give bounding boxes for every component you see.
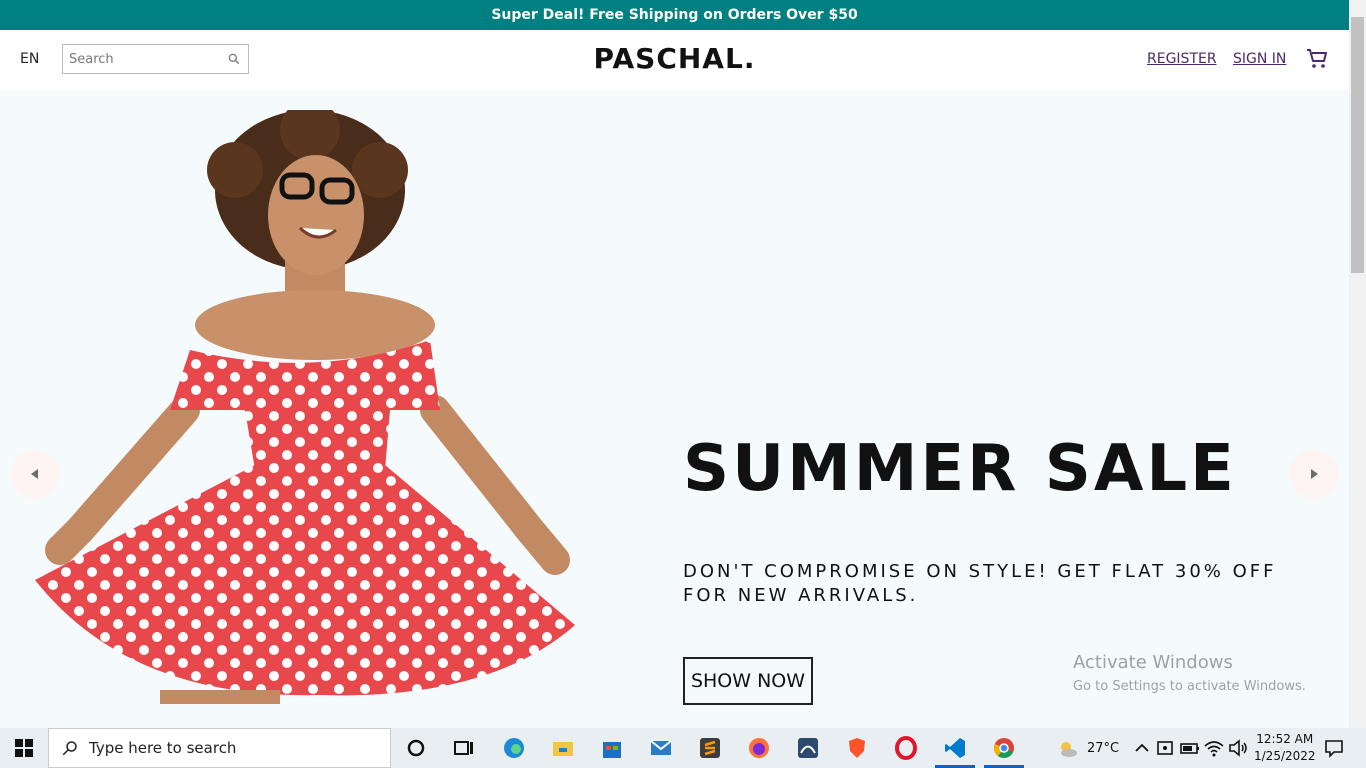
- hero-model-image: [35, 110, 575, 704]
- clock-date: 1/25/2022: [1254, 749, 1316, 763]
- cortana-icon[interactable]: [404, 736, 428, 760]
- vscode-icon[interactable]: [943, 736, 967, 760]
- hero-title: SUMMER SALE: [683, 432, 1237, 506]
- file-explorer-icon[interactable]: [551, 736, 575, 760]
- announcement-bar: Super Deal! Free Shipping on Orders Over…: [0, 0, 1349, 30]
- search-input[interactable]: [69, 51, 219, 67]
- show-now-button[interactable]: SHOW NOW: [683, 657, 813, 705]
- taskbar-search-placeholder: Type here to search: [89, 739, 237, 757]
- arrow-right-icon: [1311, 469, 1318, 479]
- wifi-icon[interactable]: [1202, 736, 1226, 760]
- slider-next-button[interactable]: [1289, 449, 1339, 499]
- scrollbar-thumb[interactable]: [1351, 17, 1364, 273]
- store-icon[interactable]: [600, 736, 624, 760]
- mail-icon[interactable]: [649, 736, 673, 760]
- watermark-title: Activate Windows: [1073, 652, 1233, 673]
- chevron-up-icon[interactable]: [1130, 736, 1154, 760]
- windows-logo-icon: [15, 739, 33, 757]
- start-button[interactable]: [0, 728, 48, 768]
- taskbar-search-box[interactable]: Type here to search: [48, 728, 391, 768]
- chrome-icon[interactable]: [992, 736, 1016, 760]
- register-link[interactable]: REGISTER: [1147, 51, 1217, 67]
- search-container: [62, 44, 249, 74]
- hero-slider: SUMMER SALE DON'T COMPROMISE ON STYLE! G…: [0, 90, 1349, 705]
- watermark-subtitle: Go to Settings to activate Windows.: [1073, 679, 1306, 694]
- weather-temperature[interactable]: 27°C: [1087, 728, 1119, 768]
- meet-now-icon[interactable]: [1154, 736, 1178, 760]
- mysql-workbench-icon[interactable]: [796, 736, 820, 760]
- firefox-icon[interactable]: [747, 736, 771, 760]
- shopping-cart-icon[interactable]: [1305, 47, 1329, 71]
- sublime-text-icon[interactable]: [698, 736, 722, 760]
- navbar: EN PASCHAL. REGISTER SIGN IN: [0, 30, 1349, 90]
- notification-icon[interactable]: [1322, 736, 1346, 760]
- windows-taskbar: Type here to search 27°C 12:52 AM 1/25/2…: [0, 728, 1366, 768]
- weather-icon[interactable]: [1055, 736, 1079, 760]
- clock-time: 12:52 AM: [1256, 732, 1314, 746]
- announcement-text: Super Deal! Free Shipping on Orders Over…: [491, 7, 858, 23]
- brave-icon[interactable]: [845, 736, 869, 760]
- language-selector[interactable]: EN: [20, 51, 39, 67]
- volume-icon[interactable]: [1226, 736, 1250, 760]
- battery-icon[interactable]: [1178, 736, 1202, 760]
- edge-icon[interactable]: [502, 736, 526, 760]
- taskbar-clock[interactable]: 12:52 AM 1/25/2022: [1254, 731, 1316, 765]
- task-view-icon[interactable]: [452, 736, 476, 760]
- opera-icon[interactable]: [894, 736, 918, 760]
- sign-in-link[interactable]: SIGN IN: [1233, 51, 1286, 67]
- activate-windows-watermark: Activate Windows Go to Settings to activ…: [1073, 652, 1306, 694]
- taskbar-search-icon: [62, 741, 77, 756]
- hero-description: DON'T COMPROMISE ON STYLE! GET FLAT 30% …: [683, 561, 1277, 606]
- search-icon[interactable]: [227, 52, 241, 66]
- page-scrollbar[interactable]: [1349, 0, 1366, 728]
